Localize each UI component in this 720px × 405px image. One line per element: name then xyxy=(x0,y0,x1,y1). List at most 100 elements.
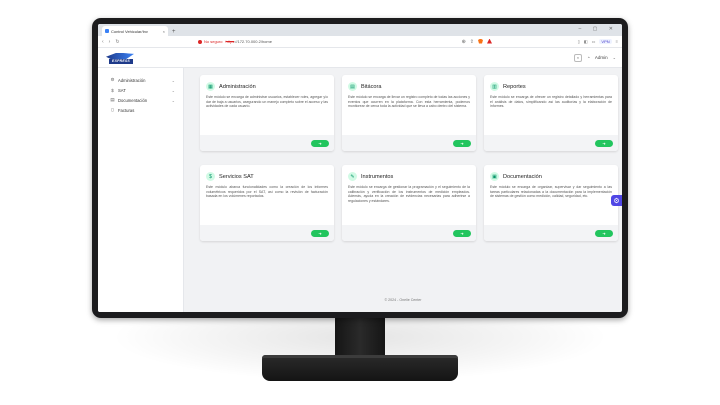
chevron-down-icon[interactable]: ⌄ xyxy=(172,98,175,103)
sidebar: ⚙ Administración ⌄ $ SAT ⌄ ▤ Documentación ⌄ ▯ Fac… xyxy=(98,68,184,312)
card-title: Instrumentos xyxy=(361,173,394,180)
url-text: https://172.70.000.2/home xyxy=(225,39,271,44)
close-tab-icon[interactable]: × xyxy=(163,29,165,34)
chevron-down-icon[interactable]: ⌄ xyxy=(613,55,616,60)
insecure-label: No seguro xyxy=(204,39,223,44)
forward-icon[interactable]: › xyxy=(109,39,111,45)
open-module-button[interactable]: ➜ xyxy=(595,139,613,147)
monitor: Control Vehicular/Inv × + – ▢ ✕ ‹ › ↻ No… xyxy=(92,18,628,318)
chevron-down-icon[interactable]: ⌄ xyxy=(172,88,175,93)
insecure-warning[interactable]: No seguro xyxy=(198,39,222,44)
arrow-right-icon: ➜ xyxy=(460,140,464,146)
footer-copyright: © 2024 - Onelie Center xyxy=(384,298,422,302)
chart-icon: ▥ xyxy=(490,82,499,91)
split-view-icon[interactable]: ◧ xyxy=(584,39,588,44)
app: EXPRESS ◐ ◔ Admin ⌄ ⚙ Administración ⌄ $ SAT… xyxy=(98,48,622,312)
arrow-right-icon: ➜ xyxy=(318,230,322,236)
app-header: EXPRESS ◐ ◔ Admin ⌄ xyxy=(98,48,622,68)
url-scheme: https xyxy=(225,39,235,44)
card-description: Este módulo abarca funcionalidades como … xyxy=(206,185,328,199)
chevron-down-icon[interactable]: ⌄ xyxy=(172,78,175,83)
card-header: ▣ Documentación xyxy=(484,165,618,184)
card-description: Este módulo se encarga de organizar, sup… xyxy=(490,185,612,199)
sidebar-item-administraci-n[interactable]: ⚙ Administración ⌄ xyxy=(98,75,183,85)
card-footer: ➜ xyxy=(484,225,618,241)
document-icon: ▤ xyxy=(110,97,115,102)
logo-text: EXPRESS xyxy=(109,58,133,64)
wallet-icon[interactable]: ▭ xyxy=(592,39,596,44)
monitor-base xyxy=(262,355,458,381)
card-footer: ➜ xyxy=(200,135,334,151)
zoom-icon[interactable]: ⊕ xyxy=(462,39,466,45)
wrench-icon: ✎ xyxy=(348,172,357,181)
sidebar-item-documentaci-n[interactable]: ▤ Documentación ⌄ xyxy=(98,95,183,105)
module-card-6: ▣ Documentación Este módulo se encarga de … xyxy=(484,165,618,241)
folder-icon: ▣ xyxy=(490,172,499,181)
sidebar-toggle-icon[interactable]: ▯ xyxy=(578,39,580,44)
sidebar-item-facturas[interactable]: ▯ Facturas xyxy=(98,105,183,115)
card-title: Documentación xyxy=(503,173,542,180)
module-card-4: $ Servicios SAT Este módulo abarca funcion… xyxy=(200,165,334,241)
browser-extras: ▯ ◧ ▭ VPN ≡ xyxy=(578,39,618,44)
grid-icon: ▦ xyxy=(206,82,215,91)
arrow-right-icon: ➜ xyxy=(602,140,606,146)
theme-toggle-icon[interactable]: ◐ xyxy=(574,53,583,62)
vpn-button[interactable]: VPN xyxy=(599,39,612,44)
arrow-right-icon: ➜ xyxy=(602,230,606,236)
user-name[interactable]: Admin xyxy=(595,55,608,60)
user-menu: ◐ ◔ Admin ⌄ xyxy=(574,53,616,62)
browser-tab[interactable]: Control Vehicular/Inv × xyxy=(102,26,168,36)
card-footer: ➜ xyxy=(342,225,476,241)
card-title: Administración xyxy=(219,83,256,90)
address-bar: ‹ › ↻ No seguro https://172.70.000.2/hom… xyxy=(98,36,622,48)
brave-shield-icon[interactable] xyxy=(478,38,483,44)
back-icon[interactable]: ‹ xyxy=(102,39,104,45)
arrow-right-icon: ➜ xyxy=(460,230,464,236)
monitor-neck xyxy=(335,318,385,358)
module-card-1: ▦ Administración Este módulo se encarga de… xyxy=(200,75,334,151)
invoice-icon: ▯ xyxy=(111,107,114,112)
open-module-button[interactable]: ➜ xyxy=(453,229,471,237)
main-content: ▦ Administración Este módulo se encarga de… xyxy=(184,68,622,312)
card-title: Servicios SAT xyxy=(219,173,254,180)
stage: Control Vehicular/Inv × + – ▢ ✕ ‹ › ↻ No… xyxy=(0,0,720,405)
settings-icon[interactable]: ⚙ xyxy=(611,195,622,206)
open-module-button[interactable]: ➜ xyxy=(311,229,329,237)
new-tab-button[interactable]: + xyxy=(172,29,176,35)
card-header: ✎ Instrumentos xyxy=(342,165,476,184)
card-description: Este módulo se encarga de gestionar la p… xyxy=(348,185,470,203)
reload-icon[interactable]: ↻ xyxy=(115,39,119,45)
dollar-icon: $ xyxy=(206,172,215,181)
url-actions: ⊕ ⇪ xyxy=(462,38,492,45)
screen: Control Vehicular/Inv × + – ▢ ✕ ‹ › ↻ No… xyxy=(98,24,622,312)
card-description: Este módulo se encarga de administrar us… xyxy=(206,95,328,109)
open-module-button[interactable]: ➜ xyxy=(453,139,471,147)
card-footer: ➜ xyxy=(342,135,476,151)
module-grid: ▦ Administración Este módulo se encarga de… xyxy=(200,75,620,241)
sidebar-item-label: Facturas xyxy=(118,107,135,113)
module-card-5: ✎ Instrumentos Este módulo se encarga de g… xyxy=(342,165,476,241)
sidebar-item-sat[interactable]: $ SAT ⌄ xyxy=(98,85,183,95)
book-icon: ▤ xyxy=(348,82,357,91)
share-icon[interactable]: ⇪ xyxy=(470,39,474,45)
open-module-button[interactable]: ➜ xyxy=(595,229,613,237)
tab-title: Control Vehicular/Inv xyxy=(111,28,148,34)
nav-buttons: ‹ › ↻ xyxy=(102,39,142,45)
url-path: ://172.70.000.2/home xyxy=(234,39,272,44)
rewards-icon[interactable] xyxy=(487,38,492,44)
card-header: $ Servicios SAT xyxy=(200,165,334,184)
dollar-icon: $ xyxy=(111,87,114,93)
company-logo[interactable]: EXPRESS xyxy=(104,50,138,66)
menu-icon[interactable]: ≡ xyxy=(616,39,618,44)
card-header: ▥ Reportes xyxy=(484,75,618,94)
arrow-right-icon: ➜ xyxy=(318,140,322,146)
gear-icon: ⚙ xyxy=(110,77,115,82)
open-module-button[interactable]: ➜ xyxy=(311,139,329,147)
window-controls[interactable]: – ▢ ✕ xyxy=(579,26,618,32)
favicon-icon xyxy=(105,29,109,33)
card-header: ▦ Administración xyxy=(200,75,334,94)
module-card-2: ▤ Bitácora Este módulo se encarga de lleva… xyxy=(342,75,476,151)
user-avatar-icon: ◔ xyxy=(587,55,590,60)
card-title: Bitácora xyxy=(361,83,382,90)
module-card-3: ▥ Reportes Este módulo se encarga de ofrec… xyxy=(484,75,618,151)
